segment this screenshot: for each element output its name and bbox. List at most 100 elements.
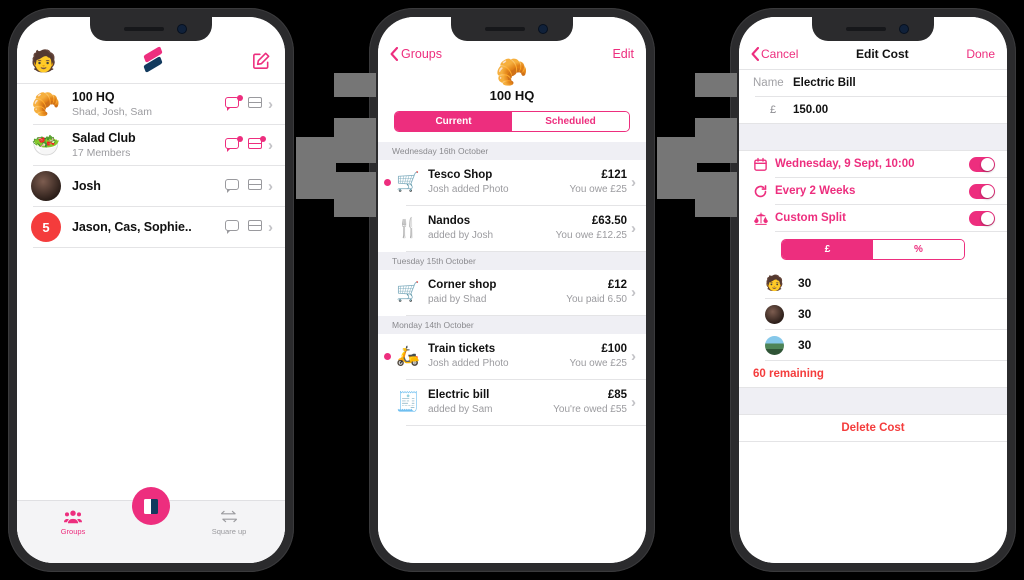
chat-icon[interactable] bbox=[225, 220, 241, 234]
screenshot-stage: 🧑 🥐 100 HQ Shad, Josh, Sam › 🥗 Salad Club 17 M… bbox=[0, 0, 1024, 580]
segment-current[interactable]: Current bbox=[395, 112, 512, 131]
setting-toggle[interactable] bbox=[969, 183, 995, 199]
participant-amount[interactable]: 30 bbox=[798, 276, 811, 290]
group-name: Salad Club bbox=[72, 131, 136, 146]
cost-amount-value: £85 bbox=[607, 388, 627, 401]
cost-list-item[interactable]: 🍴 Nandos added by Josh £63.50 You owe £12.25… bbox=[378, 206, 646, 251]
setting-label: Wednesday, 9 Sept, 10:00 bbox=[775, 158, 915, 170]
cost-amount-value: £63.50 bbox=[591, 214, 627, 227]
cost-name-row[interactable]: Name Electric Bill bbox=[739, 70, 1007, 96]
cost-amount-value: £100 bbox=[601, 342, 627, 355]
speaker-grill bbox=[846, 27, 886, 31]
cost-list-item[interactable]: 🧾 Electric bill added by Sam £85 You're owed… bbox=[378, 380, 646, 425]
compose-icon[interactable] bbox=[251, 51, 271, 71]
participant-row[interactable]: 30 bbox=[739, 299, 1007, 329]
chevron-right-icon: › bbox=[268, 136, 273, 154]
chevron-right-icon: › bbox=[631, 174, 636, 191]
segment-pound[interactable]: £ bbox=[782, 240, 873, 259]
phone-notch bbox=[812, 17, 934, 41]
cost-name: Train tickets bbox=[428, 342, 496, 355]
chevron-right-icon: › bbox=[631, 394, 636, 411]
landscape-avatar bbox=[765, 335, 784, 355]
participant-row[interactable]: 🧑 30 bbox=[739, 268, 1007, 298]
remaining-label: 60 remaining bbox=[753, 368, 824, 380]
side-button-block bbox=[695, 73, 737, 97]
speaker-grill bbox=[485, 27, 525, 31]
group-text: 100 HQ Shad, Josh, Sam bbox=[72, 90, 152, 117]
cost-list-item[interactable]: 🛵 Train tickets Josh added Photo £100 You ow… bbox=[378, 334, 646, 379]
participant-amount[interactable]: 30 bbox=[798, 338, 811, 352]
cost-subtitle: added by Josh bbox=[428, 230, 494, 242]
cost-status: You're owed £55 bbox=[553, 404, 627, 416]
cost-name: Tesco Shop bbox=[428, 168, 493, 181]
tab-groups[interactable]: Groups bbox=[17, 509, 129, 536]
group-text: Salad Club 17 Members bbox=[72, 131, 136, 158]
cancel-label: Cancel bbox=[761, 47, 799, 61]
setting-toggle[interactable] bbox=[969, 210, 995, 226]
phone-group-costs: Groups Edit 🥐 100 HQ Current Scheduled W… bbox=[369, 8, 655, 572]
photo-avatar bbox=[765, 304, 784, 324]
cost-name-value: Electric Bill bbox=[793, 77, 856, 89]
chat-icon[interactable] bbox=[225, 95, 243, 111]
groups-header: 🧑 bbox=[17, 39, 285, 83]
costs-card-icon[interactable] bbox=[248, 136, 266, 152]
unread-dot bbox=[384, 399, 391, 406]
costs-card-icon[interactable] bbox=[248, 220, 264, 234]
scooter-icon: 🛵 bbox=[396, 346, 420, 367]
chat-badge-dot bbox=[237, 95, 243, 101]
chevron-right-icon: › bbox=[268, 177, 273, 195]
setting-row[interactable]: Wednesday, 9 Sept, 10:00 bbox=[739, 151, 1007, 177]
side-button-block bbox=[657, 137, 697, 199]
phone-notch bbox=[451, 17, 573, 41]
split-mode-segmented-control: £ % bbox=[781, 239, 965, 260]
group-list-item[interactable]: 5 Jason, Cas, Sophie.. › bbox=[17, 207, 285, 247]
setting-row[interactable]: Every 2 Weeks bbox=[739, 178, 1007, 204]
cost-list-item[interactable]: 🛒 Corner shop paid by Shad £12 You paid 6.50… bbox=[378, 270, 646, 315]
add-cost-fab[interactable] bbox=[132, 487, 170, 525]
segment-percent[interactable]: % bbox=[873, 240, 964, 259]
tab-square-up[interactable]: Square up bbox=[173, 509, 285, 536]
phone-edit-cost: Cancel Edit Cost Done Name Electric Bill… bbox=[730, 8, 1016, 572]
repeat-icon bbox=[753, 184, 775, 199]
document-icon: 🧾 bbox=[396, 392, 420, 413]
done-button[interactable]: Done bbox=[966, 47, 995, 61]
cost-text: Tesco Shop Josh added Photo bbox=[428, 169, 509, 197]
side-button-block bbox=[695, 118, 737, 163]
participant-row[interactable]: 30 bbox=[739, 330, 1007, 360]
costs-card-icon[interactable] bbox=[248, 97, 264, 111]
cost-amount: £63.50 You owe £12.25 bbox=[556, 215, 627, 243]
phone-side-buttons-left bbox=[296, 0, 376, 580]
side-button-block bbox=[296, 137, 336, 199]
chat-icon[interactable] bbox=[225, 179, 241, 193]
cost-name: Electric bill bbox=[428, 388, 490, 401]
side-button-block bbox=[334, 118, 376, 163]
cost-name: Corner shop bbox=[428, 278, 497, 291]
unread-dot bbox=[384, 179, 391, 186]
app-logo bbox=[143, 46, 165, 75]
front-camera bbox=[178, 25, 186, 33]
cancel-button[interactable]: Cancel bbox=[751, 47, 798, 61]
phone3-screen: Cancel Edit Cost Done Name Electric Bill… bbox=[739, 17, 1007, 563]
front-camera bbox=[900, 25, 908, 33]
cost-list-item[interactable]: 🛒 Tesco Shop Josh added Photo £121 You owe £… bbox=[378, 160, 646, 205]
split-mode-wrap: £ % bbox=[739, 232, 1007, 268]
delete-cost-button[interactable]: Delete Cost bbox=[739, 415, 1007, 441]
phone-side-buttons-right bbox=[657, 0, 737, 580]
group-list-item[interactable]: 🥐 100 HQ Shad, Josh, Sam › bbox=[17, 84, 285, 124]
cutlery-icon: 🍴 bbox=[396, 218, 420, 239]
setting-row[interactable]: Custom Split bbox=[739, 205, 1007, 231]
cost-amount-row[interactable]: £ 150.00 bbox=[739, 97, 1007, 123]
section-gap bbox=[739, 387, 1007, 415]
person-avatar[interactable]: 🧑 bbox=[31, 48, 57, 74]
group-list-item[interactable]: Josh › bbox=[17, 166, 285, 206]
cost-text: Train tickets Josh added Photo bbox=[428, 343, 509, 371]
group-list-item[interactable]: 🥗 Salad Club 17 Members › bbox=[17, 125, 285, 165]
salad-emoji: 🥗 bbox=[31, 131, 61, 158]
divider bbox=[33, 247, 285, 248]
costs-list: Wednesday 16th October 🛒 Tesco Shop Josh ad… bbox=[378, 142, 646, 563]
participant-amount[interactable]: 30 bbox=[798, 307, 811, 321]
chat-icon[interactable] bbox=[225, 136, 243, 152]
segment-scheduled[interactable]: Scheduled bbox=[512, 112, 629, 131]
setting-toggle[interactable] bbox=[969, 156, 995, 172]
costs-card-icon[interactable] bbox=[248, 179, 264, 193]
